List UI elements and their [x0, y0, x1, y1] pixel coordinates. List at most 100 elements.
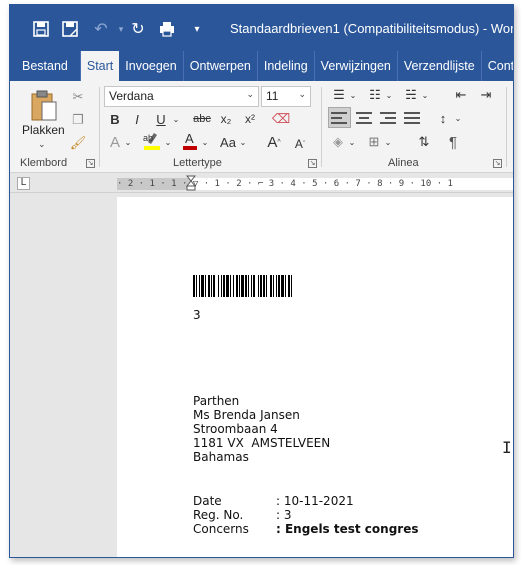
font-size-box[interactable]: 11 ⌄ [261, 86, 311, 107]
tab-ontwerpen[interactable]: Ontwerpen [184, 51, 258, 81]
group-separator [506, 87, 507, 167]
cut-icon[interactable]: ✂ [70, 89, 86, 105]
tab-start[interactable]: Start [80, 51, 120, 81]
font-launcher-icon[interactable]: ↘ [308, 159, 317, 168]
font-color-dropdown-icon[interactable]: ⌄ [200, 132, 210, 152]
grow-font-label: A [267, 133, 278, 151]
tab-controleren[interactable]: Controleren [482, 51, 513, 81]
title-bar: ↶ ▾ ↻ ▾ Standaardbrieven1 (Compatibilite… [10, 5, 513, 51]
paste-icon[interactable] [30, 89, 58, 123]
tab-invoegen[interactable]: Invoegen [119, 51, 184, 81]
barcode-bar [241, 275, 244, 297]
effects-dropdown-icon[interactable]: ⌄ [123, 132, 133, 152]
print-icon[interactable] [156, 18, 178, 40]
line-spacing-dropdown-icon[interactable]: ⌄ [453, 108, 463, 128]
text-effects-button[interactable]: A [108, 132, 122, 152]
subscript-button[interactable]: x₂ [218, 109, 234, 129]
bullets-dropdown-icon[interactable]: ⌄ [348, 85, 358, 105]
group-separator [99, 87, 100, 167]
barcode-bar [233, 275, 234, 297]
shading-icon[interactable]: ◈ [330, 132, 346, 152]
superscript-button[interactable]: x² [242, 109, 258, 129]
numbering-icon[interactable]: ☷ [366, 85, 384, 105]
borders-dropdown-icon[interactable]: ⌄ [383, 132, 393, 152]
field-value: : 10-11-2021 [276, 494, 354, 508]
barcode-bar [288, 275, 290, 297]
italic-button[interactable]: I [130, 109, 144, 129]
redo-icon[interactable]: ↻ [127, 18, 149, 40]
ribbon: Plakken ⌄ ✂ ❐ 🖌 Klembord ↘ Verdana ⌄ 11 … [10, 81, 513, 173]
barcode-bar [253, 275, 255, 297]
change-case-button[interactable]: Aa [218, 132, 238, 152]
document-page[interactable]: 3 Parthen Ms Brenda Jansen Stroombaan 4 … [117, 197, 513, 557]
barcode-bar [205, 275, 206, 297]
tab-bestand[interactable]: Bestand [10, 51, 81, 81]
barcode-image [193, 275, 292, 297]
group-separator [321, 87, 322, 167]
font-name-box[interactable]: Verdana ⌄ [104, 86, 259, 107]
sort-icon[interactable]: ⇅ [416, 132, 432, 152]
decrease-indent-icon[interactable]: ⇤ [452, 85, 470, 105]
ribbon-tabs: Bestand Start Invoegen Ontwerpen Indelin… [10, 51, 513, 81]
align-left-icon[interactable] [331, 112, 351, 130]
highlight-dropdown-icon[interactable]: ⌄ [163, 132, 173, 152]
underline-dropdown-icon[interactable]: ⌄ [170, 109, 182, 129]
multilevel-dropdown-icon[interactable]: ⌄ [420, 85, 430, 105]
align-right-icon[interactable] [380, 112, 400, 130]
barcode-bar [236, 275, 238, 297]
word-window: ↶ ▾ ↻ ▾ Standaardbrieven1 (Compatibilite… [9, 4, 514, 558]
increase-indent-icon[interactable]: ⇥ [477, 85, 495, 105]
case-dropdown-icon[interactable]: ⌄ [238, 132, 248, 152]
ruler-bar: L · 2 · 1 · 1 · ▽ · 1 · 2 · ⌐ 3 · 4 · 5 … [10, 173, 513, 193]
underline-button[interactable]: U [154, 109, 168, 129]
multilevel-list-icon[interactable]: ☵ [402, 85, 420, 105]
indent-marker-icon[interactable] [186, 175, 196, 191]
copy-icon[interactable]: ❐ [70, 112, 86, 128]
save-as-icon[interactable] [59, 18, 81, 40]
format-painter-icon[interactable]: 🖌 [70, 135, 87, 151]
customize-icon[interactable]: ▾ [186, 18, 208, 40]
undo-icon[interactable]: ↶ [90, 18, 112, 40]
barcode-number: 3 [193, 308, 201, 322]
shading-dropdown-icon[interactable]: ⌄ [347, 132, 357, 152]
numbering-dropdown-icon[interactable]: ⌄ [384, 85, 394, 105]
show-marks-button[interactable]: ¶ [445, 132, 461, 152]
paste-label[interactable]: Plakken [22, 123, 65, 137]
barcode-bar [291, 275, 292, 297]
paragraph-launcher-icon[interactable]: ↘ [493, 159, 502, 168]
strikethrough-button[interactable]: abc [190, 109, 214, 129]
tab-indeling[interactable]: Indeling [258, 51, 315, 81]
barcode-bar [193, 275, 195, 297]
field-value: : 3 [276, 508, 292, 522]
highlight-icon[interactable]: ab [143, 130, 161, 150]
barcode-bar [218, 275, 219, 297]
borders-icon[interactable]: ⊞ [366, 132, 382, 152]
barcode-bar [263, 275, 265, 297]
barcode-bar [258, 275, 259, 297]
barcode-bar [270, 275, 272, 297]
barcode-bar [213, 275, 215, 297]
align-center-icon[interactable] [356, 112, 376, 130]
address-line: Stroombaan 4 [193, 422, 278, 436]
line-spacing-icon[interactable]: ↕ [434, 108, 452, 128]
shrink-font-button[interactable]: Aˇ [292, 134, 308, 154]
grow-font-button[interactable]: A ^ [266, 132, 282, 152]
barcode-bar [278, 275, 280, 297]
tab-selector[interactable]: L [17, 177, 30, 190]
tab-verwijzingen[interactable]: Verwijzingen [315, 51, 398, 81]
paste-dropdown-icon[interactable]: ⌄ [38, 139, 46, 150]
barcode-bar [245, 275, 247, 297]
clear-formatting-icon[interactable]: ⌫ [272, 109, 290, 129]
address-line: 1181 VX AMSTELVEEN [193, 436, 331, 450]
bold-button[interactable]: B [108, 109, 122, 129]
save-icon[interactable] [30, 18, 52, 40]
bullets-icon[interactable]: ☰ [330, 85, 348, 105]
justify-icon[interactable] [404, 112, 424, 130]
horizontal-ruler[interactable]: · 2 · 1 · 1 · ▽ · 1 · 2 · ⌐ 3 · 4 · 5 · … [117, 178, 513, 190]
font-color-icon[interactable]: A [182, 130, 198, 150]
svg-text:A: A [185, 131, 194, 146]
barcode-bar [201, 275, 204, 297]
barcode-bar [196, 275, 197, 297]
tab-verzendlijsten[interactable]: Verzendlijste [398, 51, 482, 81]
clipboard-launcher-icon[interactable]: ↘ [86, 159, 95, 168]
